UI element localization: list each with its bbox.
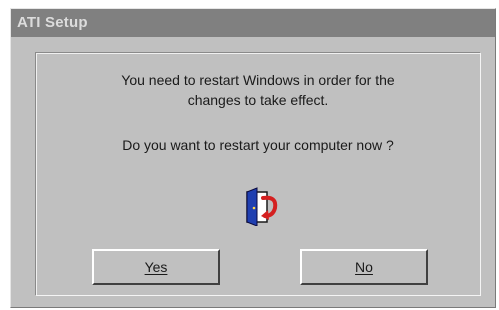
yes-button-label: Yes (144, 259, 168, 275)
no-button-label: No (355, 259, 373, 275)
restart-message-line-2: changes to take effect. (187, 92, 329, 108)
restart-door-icon (246, 187, 278, 226)
setup-dialog-window: ATI Setup You need to restart Windows in… (10, 8, 496, 308)
message-panel: You need to restart Windows in order for… (35, 52, 481, 296)
restart-message-line-1: You need to restart Windows in order for… (121, 72, 395, 88)
no-button[interactable]: No (300, 249, 428, 285)
restart-question: Do you want to restart your computer now… (122, 137, 394, 153)
window-title: ATI Setup (17, 14, 88, 31)
title-bar[interactable]: ATI Setup (11, 9, 495, 37)
yes-button[interactable]: Yes (92, 249, 220, 285)
